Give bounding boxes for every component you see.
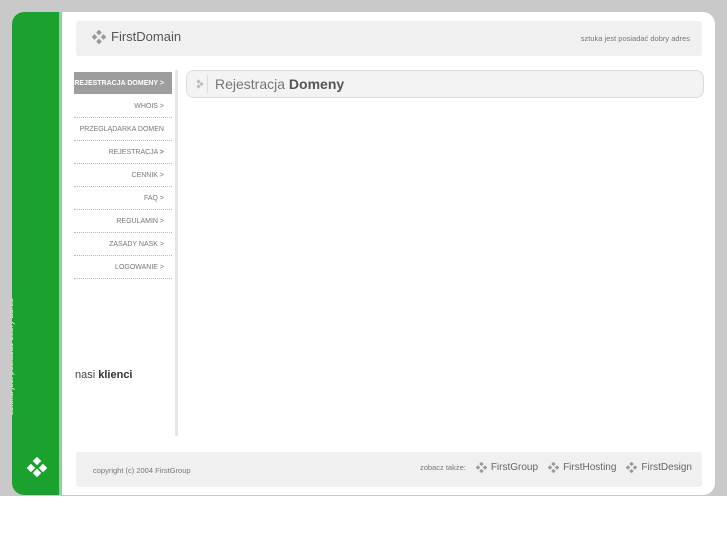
footer-link-firsthosting[interactable]: FirstHosting bbox=[548, 462, 616, 473]
side-brand-bar: FirstDomain sztuka jest posiadać dobry a… bbox=[12, 12, 62, 495]
header-tagline: sztuka jest posiadać dobry adres bbox=[580, 34, 690, 43]
see-also-label: zobacz także: bbox=[419, 463, 466, 472]
clients-bold: klienci bbox=[98, 369, 133, 381]
title-separator bbox=[207, 75, 208, 93]
diamond-cluster-icon bbox=[475, 462, 487, 473]
vertical-brand: FirstDomain sztuka jest posiadać dobry a… bbox=[12, 235, 56, 455]
footer-link-firstdesign[interactable]: FirstDesign bbox=[626, 462, 692, 473]
clients-link[interactable]: nasi klienci bbox=[75, 369, 133, 381]
diamond-cluster-icon bbox=[548, 462, 560, 473]
copyright-text: copyright (c) 2004 FirstGroup bbox=[93, 466, 191, 475]
nav-item-zasady-nask[interactable]: ZASADY NASK > bbox=[74, 233, 172, 256]
header-bar: FirstDomain sztuka jest posiadać dobry a… bbox=[76, 21, 702, 56]
see-also: zobacz także: FirstGroup FirstHosting Fi… bbox=[420, 462, 692, 473]
chevron-right-icon bbox=[196, 79, 204, 89]
diamond-cluster-icon bbox=[626, 462, 638, 473]
brand-logo[interactable]: FirstDomain bbox=[92, 29, 181, 44]
footer-link-firstgroup[interactable]: FirstGroup bbox=[475, 462, 539, 473]
page-title-bold: Domeny bbox=[288, 76, 345, 92]
footer-link-label: FirstHosting bbox=[563, 462, 617, 473]
footer-link-label: FirstGroup bbox=[490, 462, 539, 473]
nav-item-whois[interactable]: WHOIS > bbox=[74, 95, 172, 118]
nav-item-rejestracja[interactable]: REJESTRACJA > bbox=[74, 141, 172, 164]
vertical-brand-tagline: sztuka jest posiadać dobry adres bbox=[12, 298, 15, 415]
nav-item-faq[interactable]: FAQ > bbox=[74, 187, 172, 210]
nav-item-cennik[interactable]: CENNIK > bbox=[74, 164, 172, 187]
footer-bar: copyright (c) 2004 FirstGroup zobacz tak… bbox=[76, 452, 702, 487]
nav-item-przegladarka-domen[interactable]: PRZEGLĄDARKA DOMEN > bbox=[74, 118, 172, 156]
sidebar-nav: REJESTRACJA DOMENY > WHOIS > PRZEGLĄDARK… bbox=[74, 72, 172, 279]
nav-item-logowanie[interactable]: LOGOWANIE > bbox=[74, 256, 172, 279]
diamond-cluster-icon bbox=[27, 457, 47, 477]
brand-name: FirstDomain bbox=[111, 29, 182, 44]
diamond-cluster-icon bbox=[92, 29, 106, 44]
sidebar-divider bbox=[175, 70, 178, 436]
footer-link-label: FirstDesign bbox=[641, 462, 692, 473]
nav-item-regulamin[interactable]: REGULAMIN > bbox=[74, 210, 172, 233]
page-title: Rejestracja Domeny bbox=[215, 76, 344, 92]
clients-prefix: nasi bbox=[75, 369, 99, 381]
site-container: FirstDomain sztuka jest posiadać dobry a… bbox=[12, 12, 715, 495]
page-title-plain: Rejestracja bbox=[215, 76, 289, 92]
content-title-bar: Rejestracja Domeny bbox=[186, 70, 704, 98]
nav-item-rejestracja-domeny[interactable]: REJESTRACJA DOMENY > bbox=[74, 72, 172, 95]
